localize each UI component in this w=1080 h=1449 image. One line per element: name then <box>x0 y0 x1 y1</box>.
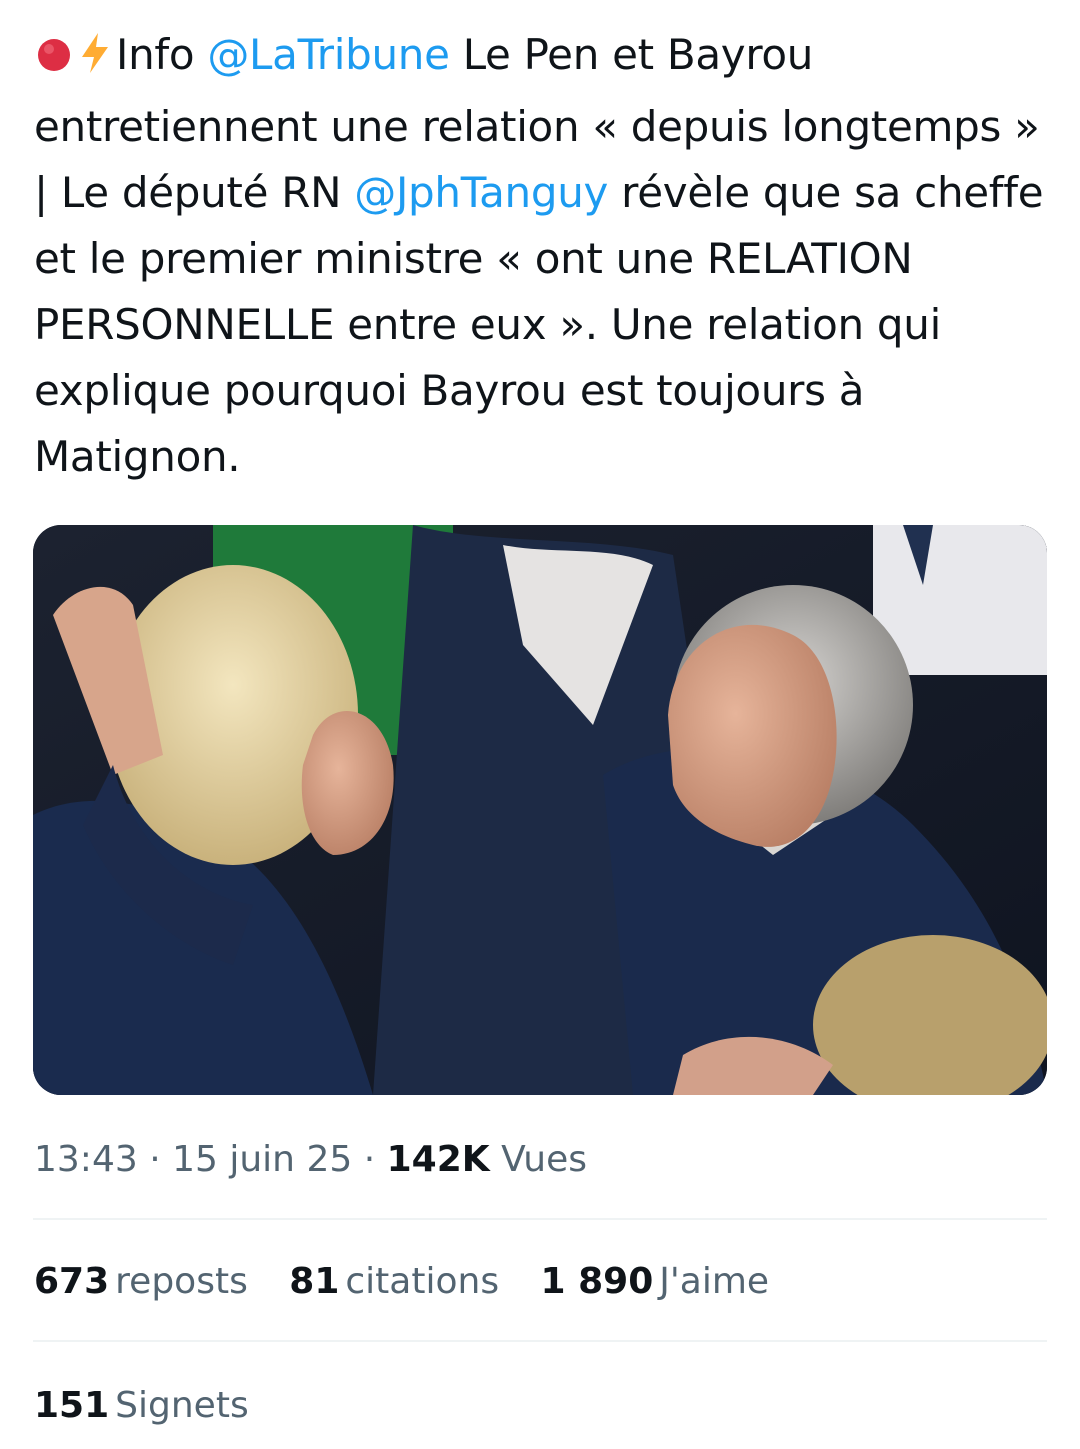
tweet-photo[interactable] <box>33 525 1047 1095</box>
reposts-link[interactable]: 673 reposts <box>34 1258 248 1306</box>
likes-label: J'aime <box>659 1261 770 1302</box>
tweet-date[interactable]: 15 juin 25 <box>172 1139 352 1180</box>
engagement-stats: 673 reposts 81 citations 1 890 J'aime <box>34 1258 799 1306</box>
meta-separator: · <box>363 1139 376 1180</box>
mention-jphtanguy[interactable]: @JphTanguy <box>354 168 608 217</box>
tweet-meta: 13:43 · 15 juin 25 · 142K Vues <box>34 1136 587 1184</box>
tweet-text: Info @LaTribune Le Pen et Bayrou entreti… <box>34 22 1054 490</box>
lightning-icon <box>78 28 112 94</box>
quotes-count: 81 <box>289 1261 340 1302</box>
likes-count: 1 890 <box>540 1261 654 1302</box>
views-count: 142K <box>386 1139 490 1180</box>
meta-separator: · <box>149 1139 161 1180</box>
quotes-label: citations <box>345 1261 500 1302</box>
tweet-time[interactable]: 13:43 <box>34 1139 138 1180</box>
red-circle-icon <box>34 28 74 94</box>
tweet-seg-0: Info <box>116 30 208 79</box>
photo-illustration <box>33 525 1047 1095</box>
quotes-link[interactable]: 81 citations <box>289 1258 499 1306</box>
divider <box>33 1218 1047 1220</box>
divider <box>33 1340 1047 1342</box>
bookmarks-stats: 151 Signets <box>34 1382 279 1430</box>
likes-link[interactable]: 1 890 J'aime <box>541 1258 770 1306</box>
bookmarks-label: Signets <box>115 1385 249 1426</box>
views-label: Vues <box>501 1139 588 1180</box>
bookmarks-link[interactable]: 151 Signets <box>34 1382 249 1430</box>
reposts-count: 673 <box>34 1261 110 1302</box>
reposts-label: reposts <box>115 1261 248 1302</box>
bookmarks-count: 151 <box>34 1385 110 1426</box>
mention-latribune[interactable]: @LaTribune <box>207 30 450 79</box>
